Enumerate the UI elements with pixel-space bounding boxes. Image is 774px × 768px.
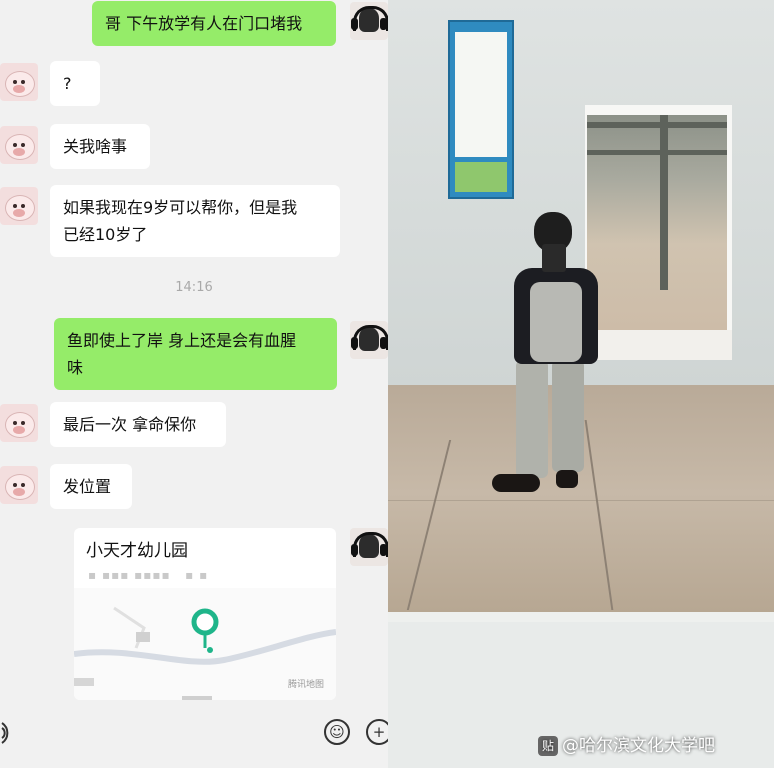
message-line: 如果我现在9岁可以帮你，但是我: [63, 198, 298, 217]
avatar-friend[interactable]: [0, 63, 38, 101]
mirror-photo: 贴 @哈尔滨文化大学吧: [388, 0, 774, 768]
message-bubble-incoming: 如果我现在9岁可以帮你，但是我 已经10岁了: [50, 185, 340, 257]
message-bubble-incoming: ?: [50, 61, 100, 106]
door-threshold: [585, 330, 732, 360]
avatar-friend[interactable]: [0, 404, 38, 442]
map-pin-icon: [191, 608, 219, 653]
avatar-me[interactable]: [350, 2, 388, 40]
avatar-me[interactable]: [350, 321, 388, 359]
avatar-friend[interactable]: [0, 187, 38, 225]
location-title: 小天才幼儿园: [86, 541, 188, 561]
message-bubble-outgoing: 鱼即使上了岸 身上还是会有血腥 味: [54, 318, 337, 390]
emoji-icon[interactable]: ☺: [324, 719, 350, 745]
avatar-me[interactable]: [350, 528, 388, 566]
mirror-frame: [388, 612, 774, 622]
voice-icon[interactable]: [0, 719, 22, 747]
avatar-friend[interactable]: [0, 126, 38, 164]
chat-timestamp: 14:16: [175, 280, 213, 295]
message-line: 鱼即使上了岸 身上还是会有血腥: [67, 331, 297, 350]
message-text: 关我啥事: [63, 137, 128, 156]
message-line: 味: [67, 358, 84, 377]
message-text: 哥 下午放学有人在门口堵我: [105, 14, 303, 33]
message-line: 已经10岁了: [63, 225, 148, 244]
message-text: 发位置: [63, 477, 112, 496]
message-bubble-incoming: 关我啥事: [50, 124, 150, 169]
message-text: ?: [63, 74, 72, 93]
wall-poster: [448, 20, 514, 199]
watermark-text: @哈尔滨文化大学吧: [562, 736, 715, 756]
message-text: 最后一次 拿命保你: [63, 415, 197, 434]
avatar-friend[interactable]: [0, 466, 38, 504]
watermark: 贴 @哈尔滨文化大学吧: [538, 732, 715, 760]
message-bubble-outgoing: 哥 下午放学有人在门口堵我: [92, 1, 336, 46]
doorway-outside-view: [587, 115, 727, 330]
location-card[interactable]: 小天才幼儿园 ▪ ▪▪▪ ▪▪▪▪ ▪ ▪ 腾讯地图: [74, 528, 336, 700]
plus-icon[interactable]: +: [366, 719, 388, 745]
location-address-blurred: ▪ ▪▪▪ ▪▪▪▪ ▪ ▪: [88, 568, 209, 582]
message-bubble-incoming: 最后一次 拿命保你: [50, 402, 226, 447]
chat-input-bar: ☺ +: [0, 705, 388, 768]
watermark-badge: 贴: [538, 736, 558, 756]
map-provider-label: 腾讯地图: [288, 680, 325, 690]
message-bubble-incoming: 发位置: [50, 464, 132, 509]
chat-panel: 哥 下午放学有人在门口堵我 ? 关我啥事 如果我现在9岁可以帮你，但是我 已经1…: [0, 0, 388, 768]
